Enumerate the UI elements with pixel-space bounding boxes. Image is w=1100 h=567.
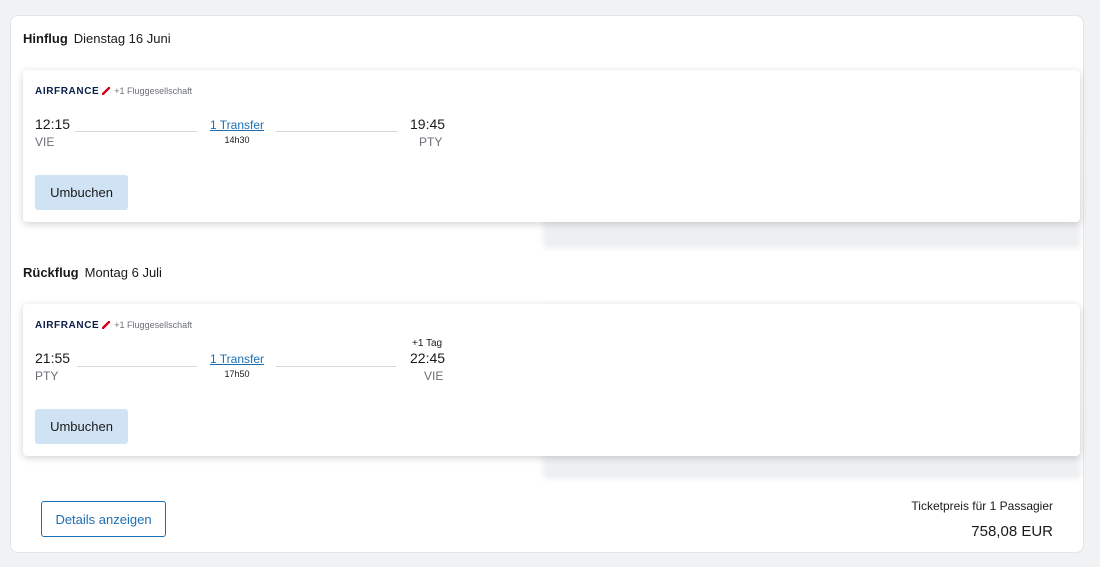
flight-duration: 14h30 [224, 135, 250, 145]
route-line-right [276, 366, 396, 367]
rebook-button[interactable]: Umbuchen [35, 175, 128, 210]
booking-panel: Hinflug Dienstag 16 Juni AIRFRANCE +1 Flu… [10, 15, 1084, 553]
outbound-airline-row: AIRFRANCE +1 Fluggesellschaft [35, 85, 192, 97]
arrival-day-offset: +1 Tag [412, 338, 443, 349]
airline-logo: AIRFRANCE [35, 320, 111, 331]
transfer-link[interactable]: 1 Transfer [192, 118, 282, 132]
inbound-airline-row: AIRFRANCE +1 Fluggesellschaft [35, 319, 192, 331]
inbound-direction: Rückflug [23, 265, 79, 280]
route-line-right [276, 131, 398, 132]
outbound-direction: Hinflug [23, 31, 68, 46]
outbound-flight-card: AIRFRANCE +1 Fluggesellschaft 12:15 VIE … [23, 70, 1080, 222]
inbound-date: Montag 6 Juli [84, 265, 162, 280]
rebook-button[interactable]: Umbuchen [35, 409, 128, 444]
departure-time: 12:15 [35, 116, 71, 132]
route-line-left [77, 366, 197, 367]
flight-duration: 17h50 [224, 369, 250, 379]
extra-airline-note: +1 Fluggesellschaft [114, 86, 193, 96]
departure-code: VIE [35, 135, 55, 149]
ticket-price-label: Ticketpreis für 1 Passagier [911, 499, 1053, 513]
inbound-heading: Rückflug Montag 6 Juli [23, 265, 162, 280]
route-line-left [75, 131, 197, 132]
transfer-link[interactable]: 1 Transfer [192, 352, 282, 366]
outbound-date: Dienstag 16 Juni [73, 31, 171, 46]
departure-code: PTY [35, 369, 59, 383]
arrival-time: 22:45 [410, 350, 446, 366]
arrival-code: VIE [424, 369, 444, 383]
airline-logo-mark-icon [102, 87, 111, 95]
ticket-price-value: 758,08 EUR [971, 523, 1053, 540]
inbound-flight-card: AIRFRANCE +1 Fluggesellschaft 21:55 PTY … [23, 304, 1080, 456]
airline-logo: AIRFRANCE [35, 86, 111, 97]
outbound-heading: Hinflug Dienstag 16 Juni [23, 31, 171, 46]
extra-airline-note: +1 Fluggesellschaft [114, 320, 193, 330]
departure-time: 21:55 [35, 350, 71, 366]
arrival-code: PTY [419, 135, 443, 149]
arrival-time: 19:45 [410, 116, 446, 132]
airline-logo-mark-icon [102, 321, 111, 329]
show-details-button[interactable]: Details anzeigen [41, 501, 166, 537]
